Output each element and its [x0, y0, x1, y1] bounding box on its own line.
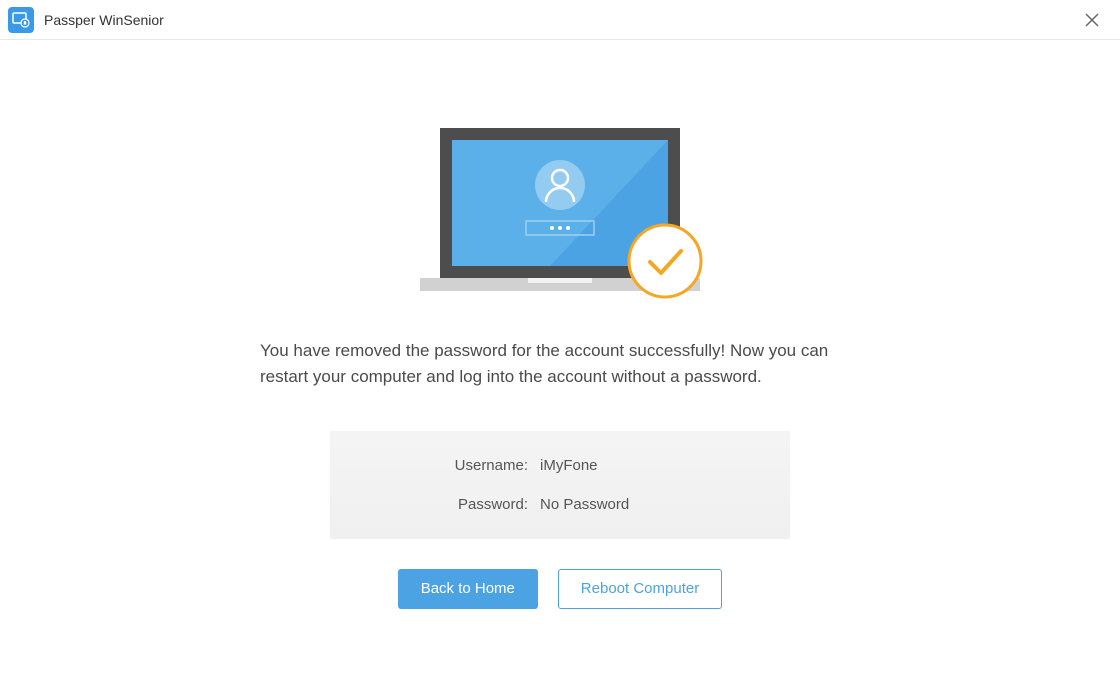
app-icon	[8, 7, 34, 33]
success-message: You have removed the password for the ac…	[260, 338, 860, 391]
close-icon	[1085, 13, 1099, 27]
titlebar: Passper WinSenior	[0, 0, 1120, 40]
password-value: No Password	[540, 496, 629, 513]
username-value: iMyFone	[540, 457, 598, 474]
close-button[interactable]	[1080, 8, 1104, 32]
username-label: Username:	[330, 457, 540, 474]
reboot-computer-button[interactable]: Reboot Computer	[558, 569, 722, 609]
username-row: Username: iMyFone	[330, 457, 790, 474]
success-illustration	[420, 128, 700, 298]
password-row: Password: No Password	[330, 496, 790, 513]
back-to-home-button[interactable]: Back to Home	[398, 569, 538, 609]
action-buttons: Back to Home Reboot Computer	[398, 569, 722, 609]
success-checkmark-icon	[626, 222, 704, 300]
titlebar-left: Passper WinSenior	[8, 7, 164, 33]
password-label: Password:	[330, 496, 540, 513]
main-content: You have removed the password for the ac…	[0, 40, 1120, 609]
account-info-panel: Username: iMyFone Password: No Password	[330, 431, 790, 539]
app-title: Passper WinSenior	[44, 12, 164, 28]
